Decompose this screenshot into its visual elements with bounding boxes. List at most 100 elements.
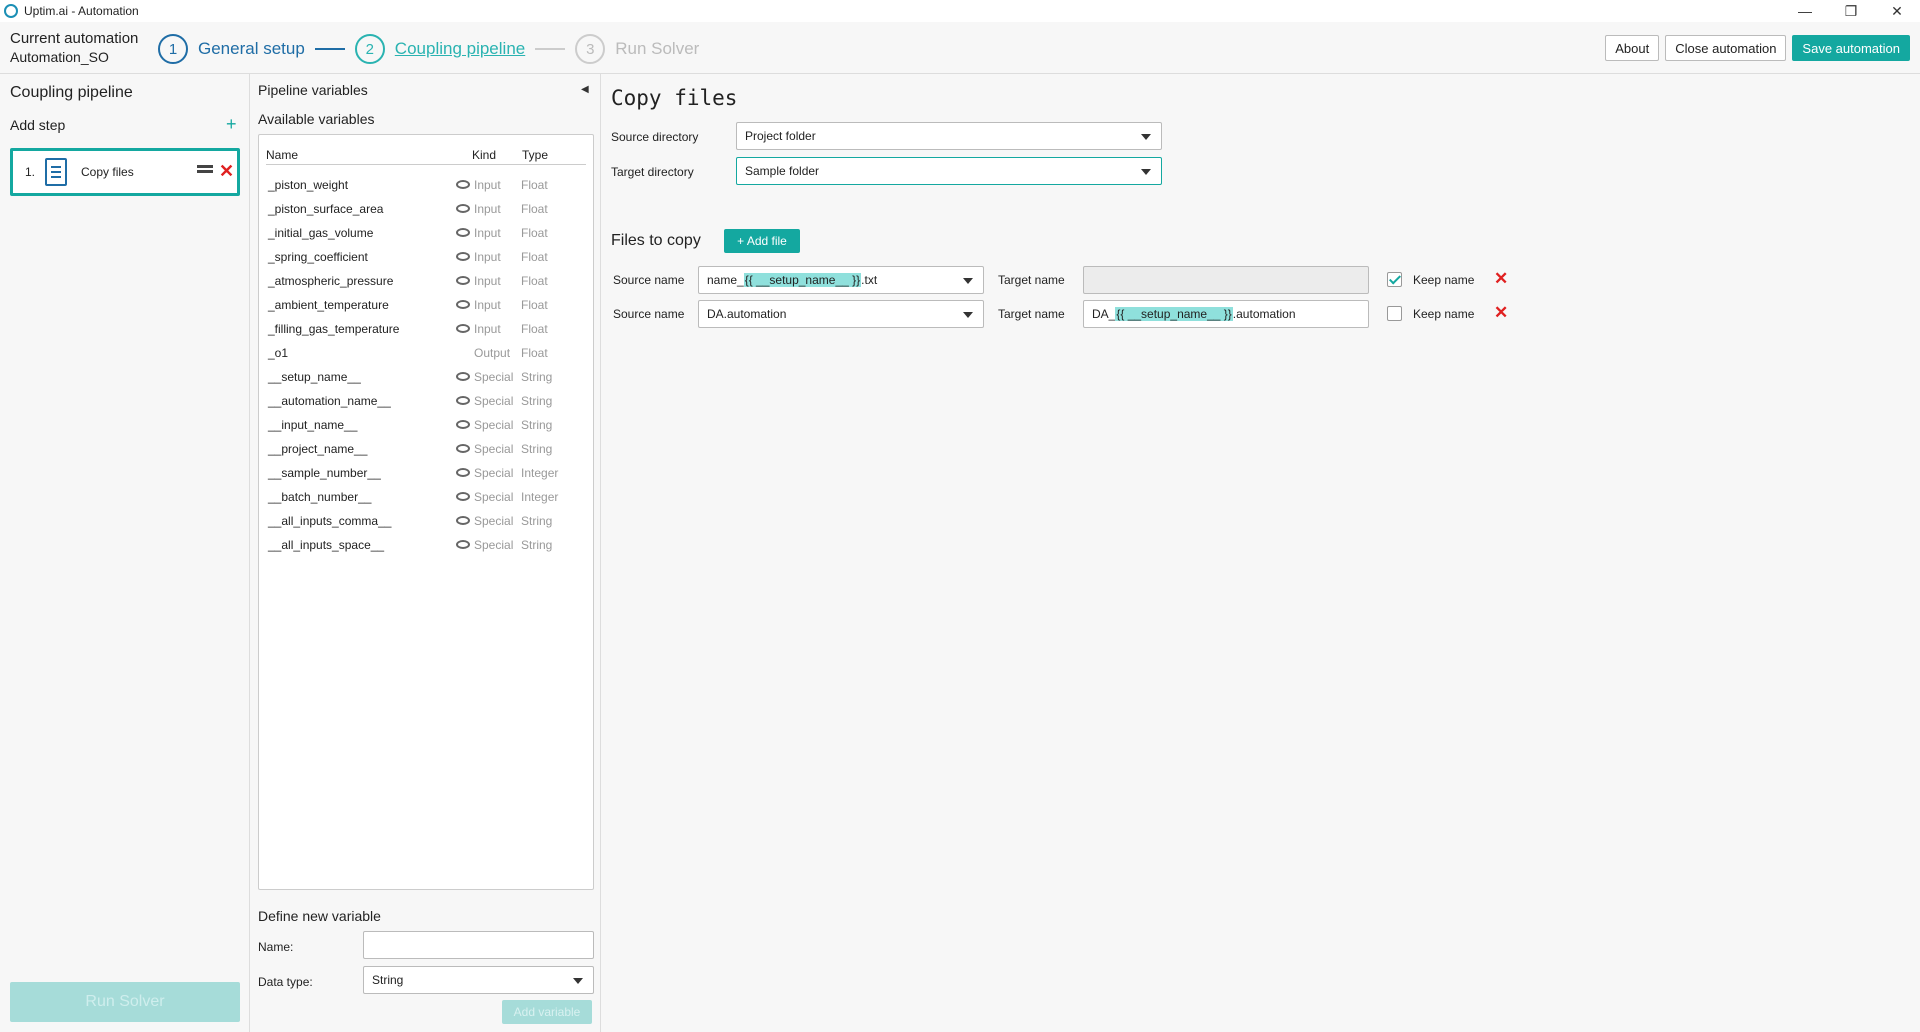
delete-step-icon[interactable]: ✕ [219, 161, 234, 182]
source-name-select[interactable]: name_{{ __setup_name__ }}.txt [698, 266, 984, 294]
eye-icon[interactable] [456, 540, 470, 549]
eye-icon[interactable] [456, 468, 470, 477]
chevron-down-icon [963, 312, 973, 318]
variable-type: Integer [521, 490, 559, 504]
add-variable-button[interactable]: Add variable [502, 1000, 592, 1024]
run-solver-button[interactable]: Run Solver [10, 982, 240, 1022]
add-file-button[interactable]: + Add file [724, 229, 800, 253]
table-row[interactable]: __batch_number__ Special Integer [259, 485, 589, 509]
table-row[interactable]: _piston_weight Input Float [259, 173, 589, 197]
eye-icon[interactable] [456, 444, 470, 453]
stepper: 1 General setup 2 Coupling pipeline 3 Ru… [158, 34, 699, 64]
restore-icon[interactable]: ❐ [1828, 0, 1874, 22]
table-row[interactable]: __all_inputs_space__ Special String [259, 533, 589, 557]
window-title: Uptim.ai - Automation [24, 4, 139, 18]
step-coupling-pipeline[interactable]: Coupling pipeline [395, 39, 525, 59]
table-row[interactable]: __input_name__ Special String [259, 413, 589, 437]
step-2-number[interactable]: 2 [354, 34, 385, 64]
variable-name: _spring_coefficient [268, 250, 368, 264]
variable-type: String [521, 514, 553, 528]
pipeline-variables-title: Pipeline variables [258, 82, 368, 98]
source-name-label: Source name [613, 273, 685, 287]
eye-icon[interactable] [456, 252, 470, 261]
variable-kind: Input [474, 322, 501, 336]
table-row[interactable]: _spring_coefficient Input Float [259, 245, 589, 269]
variable-type: String [521, 418, 553, 432]
variable-name-input[interactable] [363, 931, 594, 959]
eye-icon[interactable] [456, 396, 470, 405]
variable-type: String [521, 538, 553, 552]
pipeline-sidebar: Coupling pipeline Add step + 1. Copy fil… [0, 74, 250, 1032]
data-type-select[interactable]: String [363, 966, 594, 994]
table-row[interactable]: _initial_gas_volume Input Float [259, 221, 589, 245]
eye-icon[interactable] [456, 180, 470, 189]
step-card-copy-files[interactable]: 1. Copy files ✕ [10, 148, 240, 196]
variable-type: Integer [521, 466, 559, 480]
title-bar: Uptim.ai - Automation — ❐ ✕ [0, 0, 1920, 22]
table-row[interactable]: _piston_surface_area Input Float [259, 197, 589, 221]
minimize-icon[interactable]: — [1782, 0, 1828, 22]
add-step-plus-icon[interactable]: + [226, 114, 237, 135]
current-automation-label: Current automation [10, 30, 139, 47]
chevron-down-icon [1141, 134, 1151, 140]
step-1-number[interactable]: 1 [158, 34, 188, 64]
target-name-input [1083, 266, 1369, 294]
variable-type: Float [521, 250, 548, 264]
step-general-setup[interactable]: General setup [198, 39, 305, 59]
source-directory-label: Source directory [611, 130, 699, 144]
source-name-select[interactable]: DA.automation [698, 300, 984, 328]
table-row[interactable]: _atmospheric_pressure Input Float [259, 269, 589, 293]
remove-file-icon[interactable]: ✕ [1494, 269, 1508, 289]
define-new-variable-title: Define new variable [258, 908, 381, 924]
page-title: Copy files [611, 86, 738, 110]
variable-type: Float [521, 298, 548, 312]
eye-icon[interactable] [456, 516, 470, 525]
variable-name: __automation_name__ [268, 394, 391, 408]
current-automation-name: Automation_SO [10, 49, 109, 65]
target-directory-select[interactable]: Sample folder [736, 157, 1162, 185]
source-directory-select[interactable]: Project folder [736, 122, 1162, 150]
eye-icon[interactable] [456, 420, 470, 429]
variable-kind: Input [474, 250, 501, 264]
variable-name: _ambient_temperature [268, 298, 389, 312]
chevron-down-icon [963, 278, 973, 284]
variable-kind: Output [474, 346, 511, 360]
table-row[interactable]: _ambient_temperature Input Float [259, 293, 589, 317]
target-name-input[interactable]: DA_{{ __setup_name__ }}.automation [1083, 300, 1369, 328]
variable-name: __sample_number__ [268, 466, 381, 480]
table-row[interactable]: __project_name__ Special String [259, 437, 589, 461]
table-row[interactable]: __setup_name__ Special String [259, 365, 589, 389]
eye-icon[interactable] [456, 300, 470, 309]
table-row[interactable]: __automation_name__ Special String [259, 389, 589, 413]
variable-name: _piston_weight [268, 178, 349, 192]
variable-type: Float [521, 274, 548, 288]
about-button[interactable]: About [1605, 35, 1660, 61]
close-automation-button[interactable]: Close automation [1665, 35, 1787, 61]
save-automation-button[interactable]: Save automation [1792, 35, 1910, 61]
keep-name-checkbox[interactable] [1387, 272, 1402, 287]
table-row[interactable]: __sample_number__ Special Integer [259, 461, 589, 485]
variable-name: _initial_gas_volume [268, 226, 374, 240]
variable-kind: Special [474, 538, 514, 552]
table-row[interactable]: _o1 Output Float [259, 341, 589, 365]
available-variables-title: Available variables [258, 111, 375, 127]
step-3-number: 3 [575, 34, 606, 64]
eye-icon[interactable] [456, 372, 470, 381]
eye-icon[interactable] [456, 276, 470, 285]
collapse-panel-icon[interactable]: ◀ [581, 84, 589, 95]
variable-name: __all_inputs_space__ [268, 538, 385, 552]
variable-type: Float [521, 226, 548, 240]
drag-handle-icon[interactable] [197, 165, 213, 173]
eye-icon[interactable] [456, 492, 470, 501]
table-row[interactable]: __all_inputs_comma__ Special String [259, 509, 589, 533]
eye-icon[interactable] [456, 228, 470, 237]
eye-icon[interactable] [456, 204, 470, 213]
variable-kind: Input [474, 178, 501, 192]
app-logo-icon [4, 4, 18, 18]
table-row[interactable]: _filling_gas_temperature Input Float [259, 317, 589, 341]
remove-file-icon[interactable]: ✕ [1494, 303, 1508, 323]
close-icon[interactable]: ✕ [1874, 0, 1920, 22]
eye-icon[interactable] [456, 324, 470, 333]
keep-name-label: Keep name [1413, 273, 1475, 287]
keep-name-checkbox[interactable] [1387, 306, 1402, 321]
